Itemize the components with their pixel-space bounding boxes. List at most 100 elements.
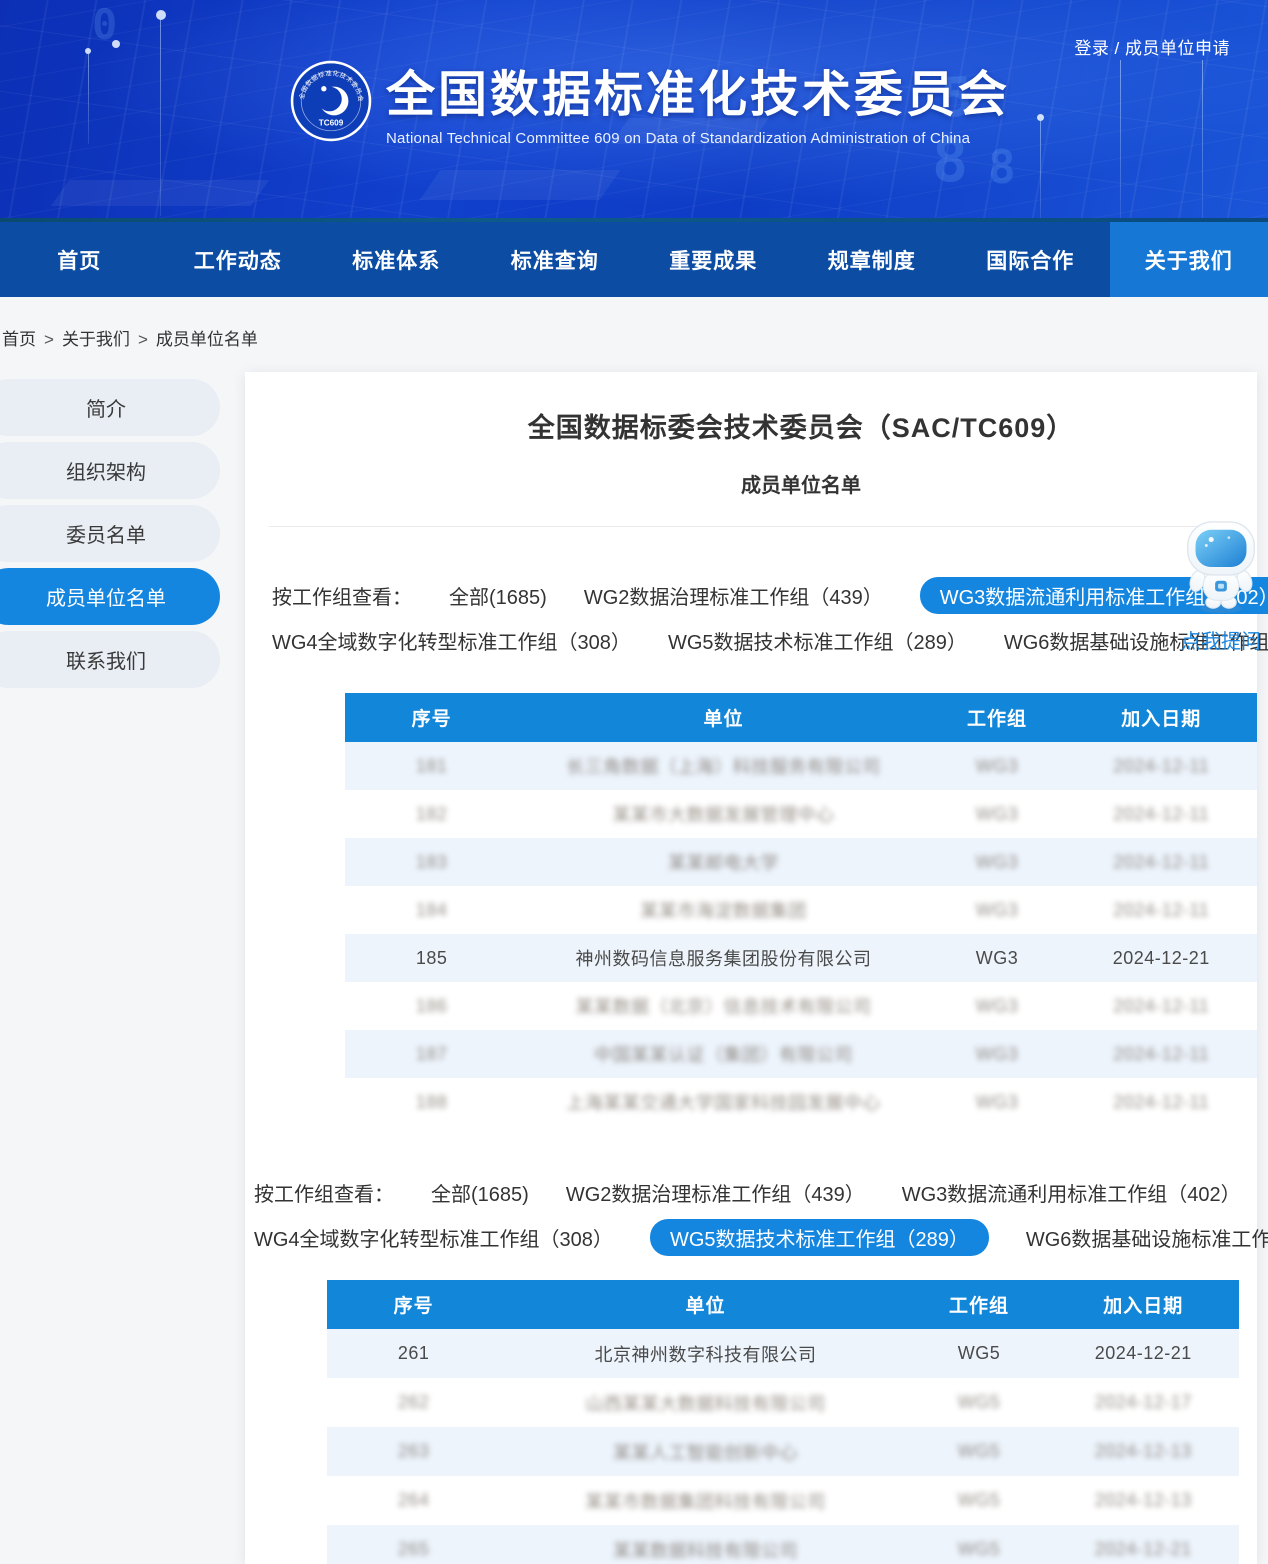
robot-mascot-icon [1183,520,1259,618]
workgroup-filter-tab[interactable]: 全部(1685) [431,1178,529,1207]
col-header-unit: 单位 [500,1280,910,1329]
cell-wg: WG5 [911,1378,1048,1427]
cell-date: 2024-12-11 [1065,838,1257,886]
table-row: 186 某某数据（北京）信息技术有限公司 WG3 2024-12-11 [345,982,1257,1030]
breadcrumb-about[interactable]: 关于我们 [62,330,130,349]
cell-date: 2024-12-11 [1065,982,1257,1030]
col-header-date: 加入日期 [1065,693,1257,742]
breadcrumb: 首页 > 关于我们 > 成员单位名单 [0,297,1268,350]
workgroup-filter-tab[interactable]: WG3数据流通利用标准工作组（402） [902,1178,1241,1207]
page: 5 8 8 0 登录 / 成员单位申请 全国数据标准化技术委员会 TC609 [0,0,1268,1564]
cell-wg: WG3 [929,886,1066,934]
workgroup-filter-tab[interactable]: WG4全域数字化转型标准工作组（308） [272,626,631,655]
decor-digit: 0 [92,0,117,49]
cell-date: 2024-12-11 [1065,886,1257,934]
nav-item[interactable]: 重要成果 [634,222,793,297]
filter-label: 按工作组查看： [254,1178,394,1207]
filter-label: 按工作组查看： [272,581,412,610]
nav-item[interactable]: 国际合作 [951,222,1110,297]
nav-item[interactable]: 关于我们 [1110,222,1268,297]
cell-wg: WG5 [911,1329,1048,1378]
decor-dot [156,10,166,20]
workgroup-filter-tab[interactable]: WG5数据技术标准工作组（289） [668,626,967,655]
login-member-apply-links[interactable]: 登录 / 成员单位申请 [1074,34,1230,59]
nav-item[interactable]: 规章制度 [793,222,952,297]
cell-unit: 某某数据科技有限公司 [500,1525,910,1564]
table-row: 263 某某人工智能创新中心 WG5 2024-12-13 [327,1427,1239,1476]
brand-text: 全国数据标准化技术委员会 National Technical Committe… [386,55,1010,147]
nav-item[interactable]: 首页 [0,222,159,297]
workgroup-filter-tab[interactable]: WG2数据治理标准工作组（439） [584,581,883,610]
cell-no: 187 [345,1030,518,1078]
cell-unit: 某某数据（北京）信息技术有限公司 [518,982,928,1030]
main-nav: 首页 工作动态 标准体系 标准查询 重要成果 规章制度 国际合作 关于我们 [0,222,1268,297]
sidebar-item[interactable]: 简介 [0,379,220,436]
breadcrumb-separator: > [44,330,54,349]
brand: 全国数据标准化技术委员会 TC609 全国数据标准化技术委员会 National… [290,55,1010,147]
table-row: 184 某某市海淀数据集团 WG3 2024-12-11 [345,886,1257,934]
nav-item[interactable]: 工作动态 [159,222,318,297]
workgroup-filter: 按工作组查看： 全部(1685) WG2数据治理标准工作组（439） WG3数据… [272,579,1257,657]
page-subtitle: 成员单位名单 [345,469,1257,498]
cell-date: 2024-12-21 [1065,934,1257,982]
site-subtitle-en: National Technical Committee 609 on Data… [386,130,1010,147]
cell-unit: 某某市海淀数据集团 [518,886,928,934]
workgroup-filter-tab[interactable]: 全部(1685) [449,581,547,610]
nav-item[interactable]: 标准查询 [476,222,635,297]
sidebar-item[interactable]: 联系我们 [0,631,220,688]
breadcrumb-separator: > [138,330,148,349]
cell-no: 261 [327,1329,500,1378]
cell-wg: WG3 [929,934,1066,982]
sidebar-item[interactable]: 组织架构 [0,442,220,499]
cell-no: 185 [345,934,518,982]
breadcrumb-home[interactable]: 首页 [2,330,36,349]
logo-badge-text: TC609 [319,119,344,128]
cell-wg: WG3 [929,838,1066,886]
sidebar-item[interactable]: 成员单位名单 [0,568,220,625]
col-header-unit: 单位 [518,693,928,742]
decor-line [1120,60,1121,218]
table-row: 264 某某市数据集团科技有限公司 WG5 2024-12-13 [327,1476,1239,1525]
workgroup-filter: 按工作组查看： 全部(1685) WG2数据治理标准工作组（439） WG3数据… [254,1176,1257,1254]
table-row: 182 某某市大数据发展管理中心 WG3 2024-12-11 [345,790,1257,838]
filter-row-1: 按工作组查看： 全部(1685) WG2数据治理标准工作组（439） WG3数据… [254,1176,1257,1209]
nav-item[interactable]: 标准体系 [317,222,476,297]
cell-date: 2024-12-21 [1047,1525,1239,1564]
col-header-wg: 工作组 [911,1280,1048,1329]
workgroup-filter-tab[interactable]: WG5数据技术标准工作组（289） [650,1219,989,1256]
col-header-wg: 工作组 [929,693,1066,742]
cell-wg: WG5 [911,1525,1048,1564]
cell-unit: 某某市数据集团科技有限公司 [500,1476,910,1525]
cell-unit: 中国某某认证（集团）有限公司 [518,1030,928,1078]
sidebar-item[interactable]: 委员名单 [0,505,220,562]
cell-wg: WG3 [929,1078,1066,1126]
workgroup-filter-tab[interactable]: WG4全域数字化转型标准工作组（308） [254,1223,613,1252]
decor-digit: 8 [988,140,1016,194]
cell-unit: 某某市大数据发展管理中心 [518,790,928,838]
workgroup-filter-tab[interactable]: WG2数据治理标准工作组（439） [566,1178,865,1207]
assistant-widget[interactable]: 点我提问 [1177,520,1265,654]
cell-no: 265 [327,1525,500,1564]
cell-unit: 北京神州数字科技有限公司 [500,1329,910,1378]
cell-no: 264 [327,1476,500,1525]
cell-unit: 上海某某交通大学国家科技园发展中心 [518,1078,928,1126]
sidebar: 简介 组织架构 委员名单 成员单位名单 联系我们 [0,379,220,694]
filter-row-1: 按工作组查看： 全部(1685) WG2数据治理标准工作组（439） WG3数据… [272,579,1257,612]
cell-date: 2024-12-11 [1065,1078,1257,1126]
section-wg3: 按工作组查看： 全部(1685) WG2数据治理标准工作组（439） WG3数据… [245,579,1257,1126]
table-row: 185 神州数码信息服务集团股份有限公司 WG3 2024-12-21 [345,934,1257,982]
cell-unit: 长三角数据（上海）科技服务有限公司 [518,742,928,790]
cell-date: 2024-12-13 [1047,1476,1239,1525]
decor-line [1202,60,1203,218]
cell-unit: 山西某某大数据科技有限公司 [500,1378,910,1427]
members-table-wg5: 序号 单位 工作组 加入日期 261 北京神州数字科技有限公司 WG5 2024… [327,1280,1239,1564]
cell-date: 2024-12-21 [1047,1329,1239,1378]
cell-unit: 某某邮电大学 [518,838,928,886]
site-title: 全国数据标准化技术委员会 [386,55,1010,126]
breadcrumb-current: 成员单位名单 [156,330,258,349]
table-row: 262 山西某某大数据科技有限公司 WG5 2024-12-17 [327,1378,1239,1427]
col-header-date: 加入日期 [1047,1280,1239,1329]
workgroup-filter-tab[interactable]: WG6数据基础设施标准工作组（247） [1026,1223,1268,1252]
title-divider [269,526,1233,527]
filter-row-2: WG4全域数字化转型标准工作组（308） WG5数据技术标准工作组（289） W… [254,1221,1257,1254]
